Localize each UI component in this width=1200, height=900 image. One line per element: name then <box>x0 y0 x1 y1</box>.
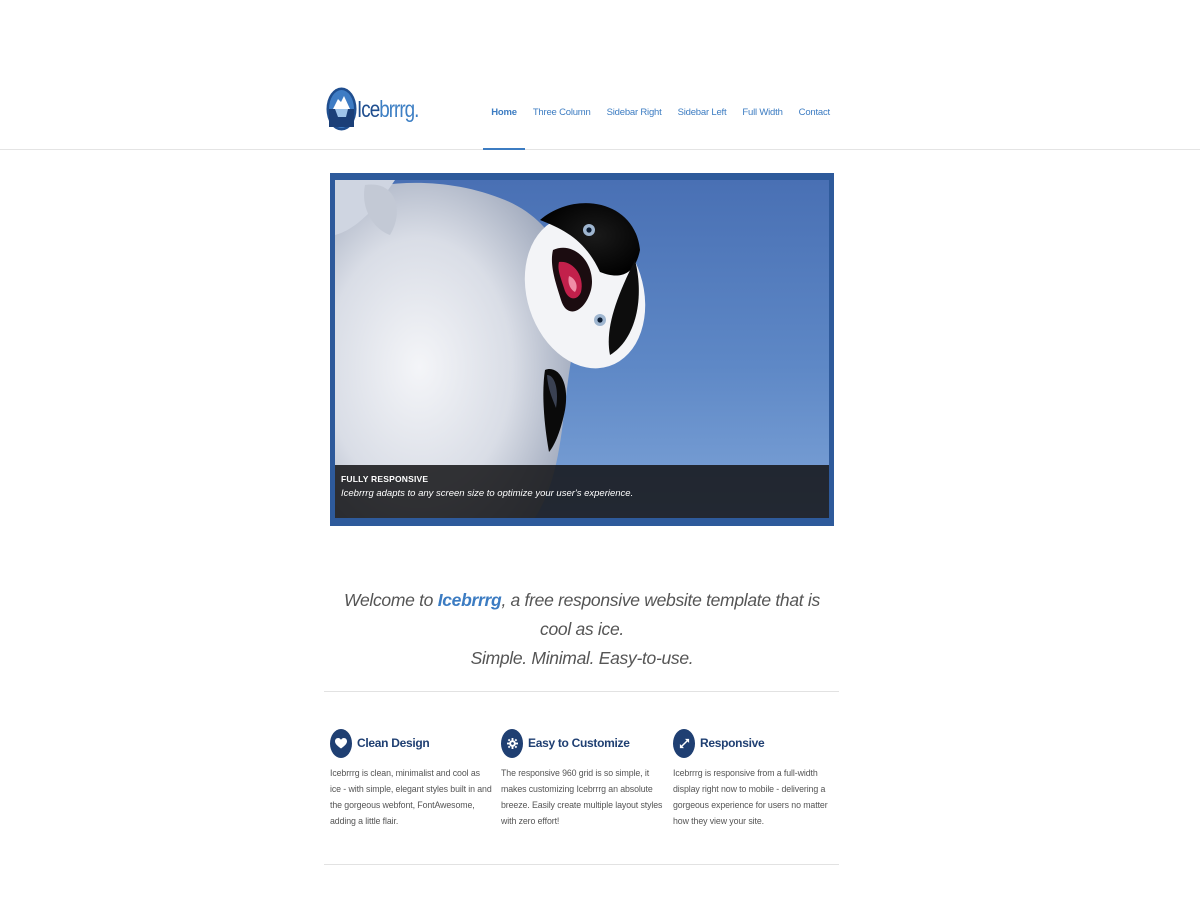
logo-text: Icebrrrg. <box>357 95 419 122</box>
caption-text: Icebrrrg adapts to any screen size to op… <box>341 488 634 499</box>
site-header: Icebrrrg. Home Three Column Sidebar Righ… <box>0 0 1200 150</box>
feature-easy-to-customize: Easy to Customize The responsive 960 gri… <box>501 728 663 829</box>
main-nav: Home Three Column Sidebar Right Sidebar … <box>483 104 838 150</box>
feature-text: Icebrrrg is clean, minimalist and cool a… <box>330 768 492 826</box>
feature-text: The responsive 960 grid is so simple, it… <box>501 768 663 826</box>
welcome-brand: Icebrrrg <box>437 590 502 610</box>
feature-title: Easy to Customize <box>528 736 630 750</box>
welcome-message: Welcome to Icebrrrg, a free responsive w… <box>330 586 834 673</box>
heart-icon <box>330 728 352 758</box>
iceberg-logo-icon <box>326 87 357 131</box>
welcome-line-2: Simple. Minimal. Easy-to-use. <box>470 648 694 668</box>
gear-icon <box>501 728 523 758</box>
hero-slider[interactable]: FULLY RESPONSIVE Icebrrrg adapts to any … <box>330 173 834 526</box>
slider-caption: FULLY RESPONSIVE Icebrrrg adapts to any … <box>335 465 829 518</box>
nav-three-column[interactable]: Three Column <box>525 104 599 150</box>
divider <box>324 864 839 865</box>
feature-title: Clean Design <box>357 736 430 750</box>
nav-full-width[interactable]: Full Width <box>734 104 790 150</box>
feature-clean-design: Clean Design Icebrrrg is clean, minimali… <box>330 728 492 829</box>
site-logo[interactable]: Icebrrrg. <box>326 86 432 132</box>
nav-home[interactable]: Home <box>483 104 525 150</box>
feature-title: Responsive <box>700 736 765 750</box>
slider-image: FULLY RESPONSIVE Icebrrrg adapts to any … <box>335 180 829 518</box>
expand-icon <box>673 728 695 758</box>
feature-text: Icebrrrg is responsive from a full-width… <box>673 768 828 826</box>
feature-responsive: Responsive Icebrrrg is responsive from a… <box>673 728 835 829</box>
welcome-line-1: Welcome to Icebrrrg, a free responsive w… <box>344 590 820 639</box>
caption-title: FULLY RESPONSIVE <box>341 474 429 484</box>
nav-contact[interactable]: Contact <box>791 104 838 150</box>
nav-sidebar-right[interactable]: Sidebar Right <box>599 104 670 150</box>
divider <box>324 691 839 692</box>
nav-sidebar-left[interactable]: Sidebar Left <box>670 104 735 150</box>
